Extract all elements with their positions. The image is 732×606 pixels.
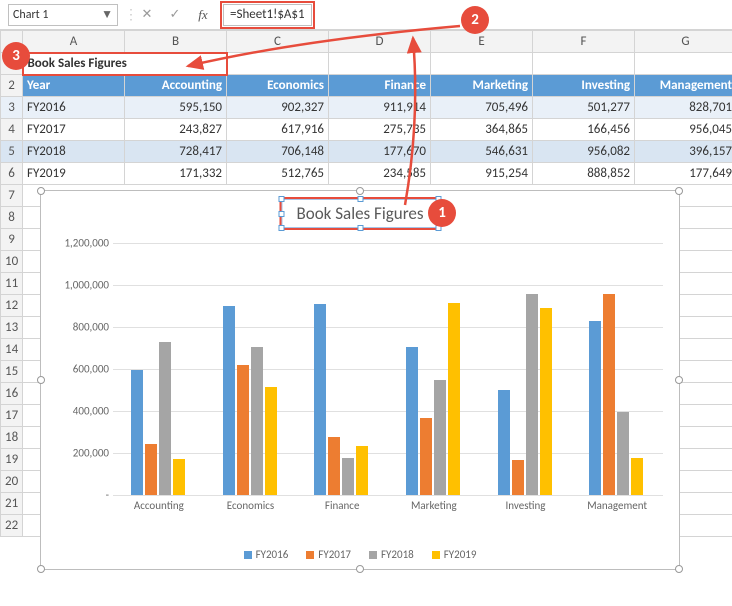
col-F[interactable]: F bbox=[533, 31, 635, 53]
bar[interactable] bbox=[223, 306, 235, 495]
bar[interactable] bbox=[589, 321, 601, 495]
cancel-icon[interactable]: ✕ bbox=[136, 4, 158, 26]
y-axis-label: 200,000 bbox=[55, 447, 109, 460]
bar-group[interactable] bbox=[589, 243, 649, 495]
x-axis-label: Economics bbox=[211, 499, 291, 512]
bar[interactable] bbox=[498, 390, 510, 495]
callout-2: 2 bbox=[461, 6, 489, 34]
cell-A1[interactable]: Book Sales Figures bbox=[23, 53, 227, 75]
fx-icon[interactable]: fx bbox=[192, 4, 214, 26]
bar[interactable] bbox=[237, 365, 249, 495]
bar[interactable] bbox=[342, 458, 354, 495]
bar-group[interactable] bbox=[223, 243, 283, 495]
bar-group[interactable] bbox=[131, 243, 191, 495]
formula-input[interactable]: =Sheet1!$A$1 bbox=[223, 4, 312, 26]
col-D[interactable]: D bbox=[329, 31, 431, 53]
y-axis-label: 600,000 bbox=[55, 363, 109, 376]
col-G[interactable]: G bbox=[635, 31, 732, 53]
chart-plot-area[interactable] bbox=[113, 243, 663, 495]
bar[interactable] bbox=[631, 458, 643, 495]
bar[interactable] bbox=[328, 437, 340, 495]
bar[interactable] bbox=[159, 342, 171, 495]
bar[interactable] bbox=[131, 370, 143, 495]
bar[interactable] bbox=[526, 294, 538, 495]
bar-group[interactable] bbox=[314, 243, 374, 495]
legend-item[interactable]: FY2016 bbox=[244, 548, 289, 561]
row-5[interactable]: 5 FY2018 728,417 706,148 177,670 546,631… bbox=[1, 141, 732, 163]
y-axis-label: 400,000 bbox=[55, 405, 109, 418]
legend-label: FY2016 bbox=[256, 548, 289, 561]
x-axis-label: Accounting bbox=[119, 499, 199, 512]
bar[interactable] bbox=[406, 347, 418, 495]
chart-title[interactable]: Book Sales Figures bbox=[279, 197, 440, 230]
bar[interactable] bbox=[173, 459, 185, 495]
name-box-value: Chart 1 bbox=[13, 8, 48, 22]
bar[interactable] bbox=[540, 308, 552, 495]
callout-1: 1 bbox=[428, 199, 456, 227]
bar[interactable] bbox=[420, 418, 432, 495]
y-axis-label: 1,000,000 bbox=[55, 279, 109, 292]
bar[interactable] bbox=[145, 444, 157, 495]
bar[interactable] bbox=[314, 304, 326, 496]
row-4[interactable]: 4 FY2017 243,827 617,916 275,735 364,865… bbox=[1, 119, 732, 141]
bar[interactable] bbox=[251, 347, 263, 495]
formula-highlight: =Sheet1!$A$1 bbox=[220, 1, 315, 29]
row-2[interactable]: 2 Year Accounting Economics Finance Mark… bbox=[1, 75, 732, 97]
formula-bar: Chart 1 ▼ ⋮ ✕ ✓ fx =Sheet1!$A$1 bbox=[0, 0, 732, 30]
accept-icon[interactable]: ✓ bbox=[164, 4, 186, 26]
column-headers[interactable]: A B C D E F G bbox=[1, 31, 732, 53]
legend-item[interactable]: FY2017 bbox=[306, 548, 351, 561]
name-box[interactable]: Chart 1 ▼ bbox=[8, 4, 118, 26]
x-axis-label: Management bbox=[577, 499, 657, 512]
col-A[interactable]: A bbox=[23, 31, 125, 53]
bar[interactable] bbox=[265, 387, 277, 495]
legend-swatch bbox=[306, 551, 314, 559]
bar[interactable] bbox=[512, 460, 524, 495]
legend-swatch bbox=[244, 551, 252, 559]
y-axis-label: - bbox=[55, 489, 109, 502]
chart-object[interactable]: Book Sales Figures FY2016FY2017FY2018FY2… bbox=[40, 190, 680, 570]
bar[interactable] bbox=[434, 380, 446, 495]
chevron-down-icon[interactable]: ▼ bbox=[101, 7, 113, 22]
divider: ⋮ bbox=[124, 6, 130, 24]
bar[interactable] bbox=[603, 294, 615, 495]
legend-label: FY2018 bbox=[381, 548, 414, 561]
y-axis-label: 1,200,000 bbox=[55, 237, 109, 250]
col-C[interactable]: C bbox=[227, 31, 329, 53]
legend-swatch bbox=[432, 551, 440, 559]
bar-group[interactable] bbox=[498, 243, 558, 495]
legend-item[interactable]: FY2018 bbox=[369, 548, 414, 561]
legend-label: FY2019 bbox=[444, 548, 477, 561]
legend-item[interactable]: FY2019 bbox=[432, 548, 477, 561]
chart-legend[interactable]: FY2016 FY2017 FY2018 FY2019 bbox=[41, 548, 679, 561]
x-axis-label: Marketing bbox=[394, 499, 474, 512]
legend-label: FY2017 bbox=[318, 548, 351, 561]
row-3[interactable]: 3 FY2016 595,150 902,327 911,914 705,496… bbox=[1, 97, 732, 119]
col-E[interactable]: E bbox=[431, 31, 533, 53]
bar[interactable] bbox=[448, 303, 460, 495]
x-axis-label: Investing bbox=[486, 499, 566, 512]
bar[interactable] bbox=[617, 412, 629, 495]
col-B[interactable]: B bbox=[125, 31, 227, 53]
x-axis-label: Finance bbox=[302, 499, 382, 512]
legend-swatch bbox=[369, 551, 377, 559]
bar-group[interactable] bbox=[406, 243, 466, 495]
bar[interactable] bbox=[356, 446, 368, 495]
y-axis-label: 800,000 bbox=[55, 321, 109, 334]
row-1[interactable]: 1 Book Sales Figures bbox=[1, 53, 732, 75]
row-6[interactable]: 6 FY2019 171,332 512,765 234,585 915,254… bbox=[1, 163, 732, 185]
callout-3: 3 bbox=[2, 42, 30, 70]
